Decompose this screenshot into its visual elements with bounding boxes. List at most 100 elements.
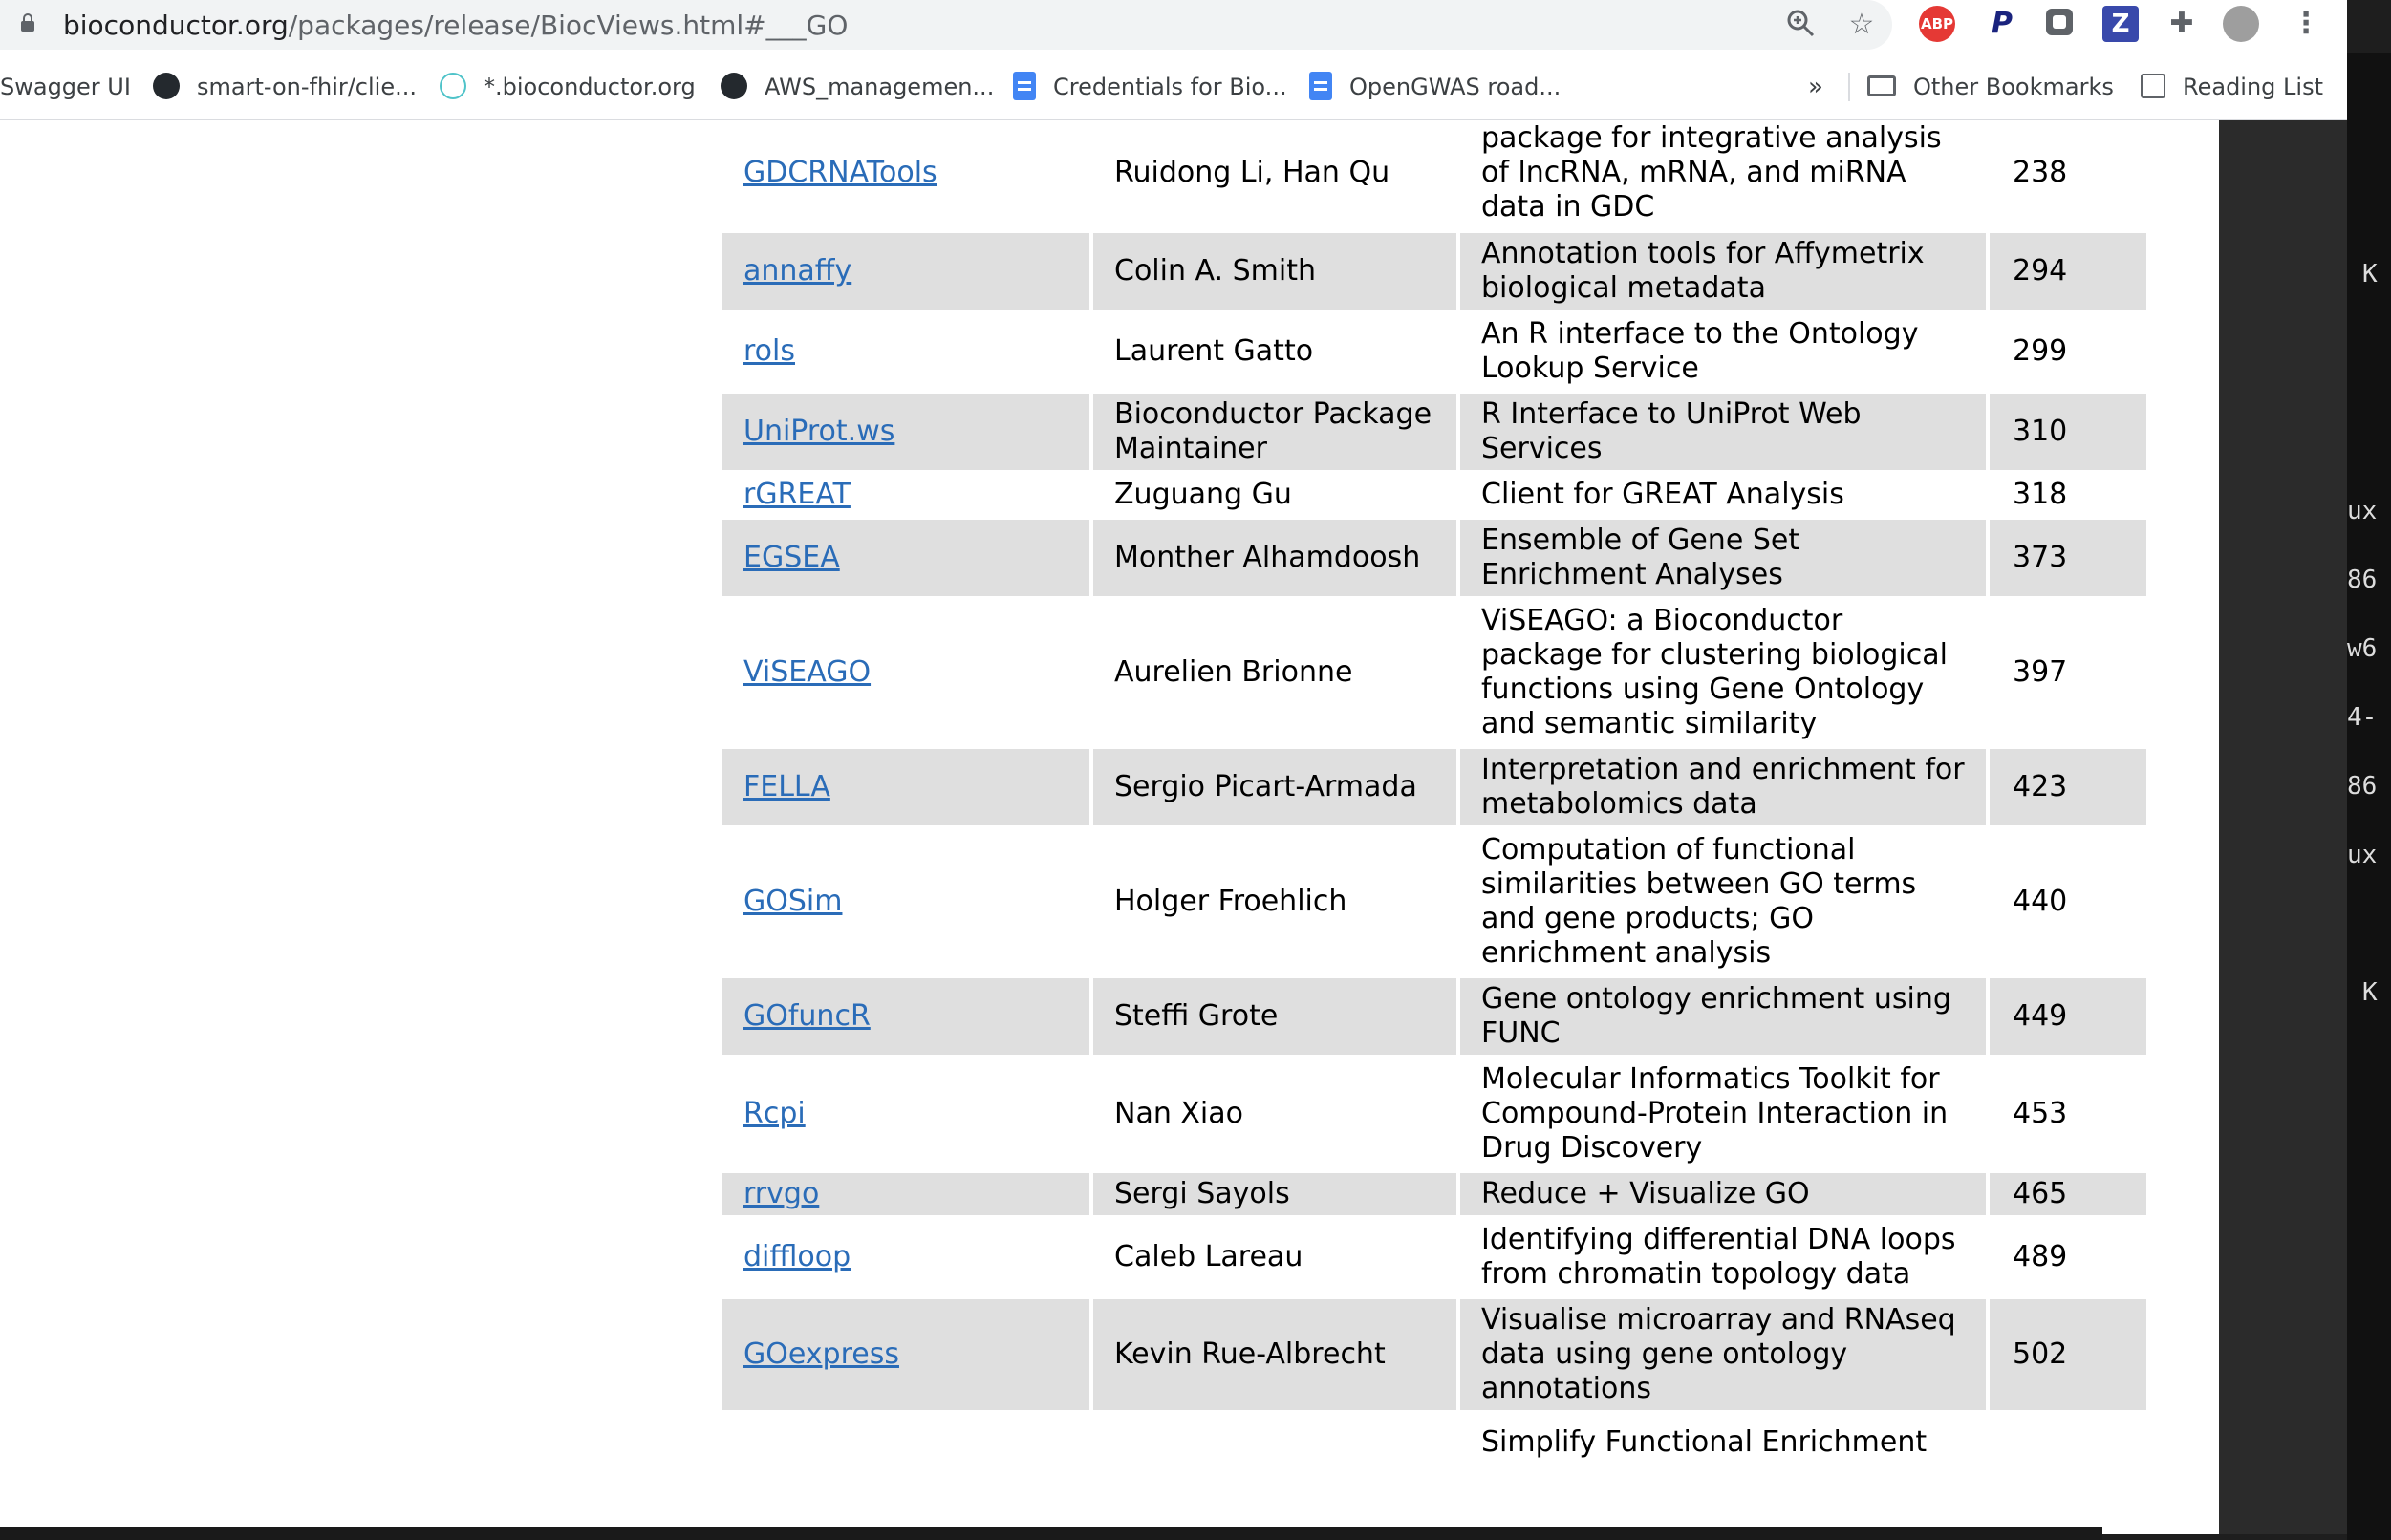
bioconductor-icon <box>440 73 466 99</box>
package-link[interactable]: GOfuncR <box>743 999 871 1033</box>
browser-toolbar: bioconductor.org/packages/release/BiocVi… <box>0 0 2347 53</box>
package-cell: GOexpress <box>722 1299 1089 1410</box>
terminal-text: 4- <box>2347 703 2378 732</box>
bookmark-credentials[interactable]: Credentials for Bio... <box>1013 71 1287 103</box>
package-cell: GOSim <box>722 829 1089 974</box>
package-link[interactable]: EGSEA <box>743 541 840 574</box>
menu-kebab-icon[interactable]: ⋮ <box>2288 6 2324 42</box>
table-row: rols Laurent Gatto An R interface to the O… <box>722 313 2146 390</box>
bookmark-opengwas[interactable]: OpenGWAS road... <box>1309 71 1561 103</box>
profile-avatar[interactable] <box>2223 6 2259 42</box>
package-link[interactable]: GDCRNATools <box>743 156 937 189</box>
package-link[interactable]: UniProt.ws <box>743 415 894 448</box>
shield-extension-icon[interactable] <box>2041 6 2078 42</box>
rank-cell: 465 <box>1990 1173 2146 1215</box>
title-cell: Visualise microarray and RNAseq data usi… <box>1460 1299 1986 1410</box>
reading-list-icon <box>2141 74 2165 98</box>
package-cell <box>722 1414 1089 1471</box>
maintainer-cell: Steffi Grote <box>1093 978 1456 1055</box>
folder-icon <box>1867 75 1896 96</box>
bookmark-aws[interactable]: AWS_managemen... <box>721 71 994 103</box>
url-text[interactable]: bioconductor.org/packages/release/BiocVi… <box>63 10 848 41</box>
maintainer-cell: Nan Xiao <box>1114 1097 1243 1130</box>
package-cell: diffloop <box>722 1219 1089 1295</box>
rank-cell: 310 <box>1990 394 2146 470</box>
title-cell: An R interface to the Ontology Lookup Se… <box>1481 317 1919 385</box>
title-cell: Ensemble of Gene Set Enrichment Analyses <box>1460 520 1986 596</box>
table-row: rGREAT Zuguang Gu Client for GREAT Analysi… <box>722 474 2146 516</box>
title-cell: package for integrative analysis of lncR… <box>1481 121 1942 224</box>
zoom-icon[interactable] <box>1783 8 1818 42</box>
table-row: Simplify Functional Enrichment <box>722 1414 2146 1471</box>
package-cell: rrvgo <box>722 1173 1089 1215</box>
reading-list-button[interactable]: Reading List <box>2141 71 2323 103</box>
table-row: GOSim Holger Froehlich Computation of func… <box>722 829 2146 974</box>
package-cell: Rcpi <box>722 1059 1089 1169</box>
table-row: Rcpi Nan Xiao Molecular Informatics Toolki… <box>722 1059 2146 1169</box>
package-cell: annaffy <box>722 233 1089 310</box>
title-cell: Computation of functional similarities b… <box>1481 833 1917 970</box>
package-link[interactable]: rrvgo <box>743 1177 819 1210</box>
package-link[interactable]: FELLA <box>743 770 830 803</box>
package-cell: FELLA <box>722 749 1089 825</box>
package-link[interactable]: Rcpi <box>743 1097 806 1130</box>
title-cell: R Interface to UniProt Web Services <box>1460 394 1986 470</box>
lock-icon[interactable] <box>21 13 34 32</box>
terminal-text: 86 <box>2347 566 2378 594</box>
rank-cell: 318 <box>2013 478 2068 511</box>
packages-table: GDCRNATools Ruidong Li, Han Qu package for… <box>719 120 2150 1475</box>
package-link[interactable]: rGREAT <box>743 478 851 511</box>
table-row: annaffy Colin A. Smith Annotation tools fo… <box>722 233 2146 310</box>
maintainer-cell: Ruidong Li, Han Qu <box>1114 156 1390 189</box>
table-row: FELLA Sergio Picart-Armada Interpretation … <box>722 749 2146 825</box>
terminal-text: ux <box>2347 497 2378 525</box>
bookmark-smart-on-fhir[interactable]: smart-on-fhir/clie... <box>153 71 417 103</box>
google-docs-icon <box>1309 72 1332 100</box>
rank-cell: 489 <box>2013 1240 2068 1273</box>
zotero-extension-icon[interactable]: Z <box>2102 6 2139 42</box>
rank-cell: 440 <box>2013 885 2068 918</box>
rank-cell: 299 <box>2013 334 2068 368</box>
window-side-panel <box>2219 120 2347 1534</box>
bookmark-bioconductor[interactable]: *.bioconductor.org <box>440 71 696 103</box>
terminal-text: ux <box>2347 841 2378 869</box>
package-link[interactable]: annaffy <box>743 254 851 288</box>
package-link[interactable]: diffloop <box>743 1240 851 1273</box>
title-cell: Reduce + Visualize GO <box>1460 1173 1986 1215</box>
rank-cell: 397 <box>2013 655 2068 689</box>
title-cell: Interpretation and enrichment for metabo… <box>1460 749 1986 825</box>
maintainer-cell: Kevin Rue-Albrecht <box>1093 1299 1456 1410</box>
page-viewport: GDCRNATools Ruidong Li, Han Qu package for… <box>0 120 2219 1534</box>
puzzle-extensions-icon[interactable]: ✚ <box>2164 6 2200 42</box>
rank-cell: 294 <box>1990 233 2146 310</box>
adblock-extension-icon[interactable]: ABP <box>1919 6 1955 42</box>
google-docs-icon <box>1013 72 1036 100</box>
other-bookmarks-folder[interactable]: Other Bookmarks <box>1867 71 2114 103</box>
title-cell: Identifying differential DNA loops from … <box>1481 1223 1956 1291</box>
terminal-text: 86 <box>2347 772 2378 801</box>
address-bar[interactable]: bioconductor.org/packages/release/BiocVi… <box>0 0 1892 50</box>
github-icon <box>153 73 180 99</box>
table-row: GOfuncR Steffi Grote Gene ontology enrichm… <box>722 978 2146 1055</box>
package-cell: GDCRNATools <box>722 120 1089 229</box>
bookmark-swagger[interactable]: Swagger UI <box>0 71 131 103</box>
terminal-text: K <box>2362 260 2378 289</box>
package-link[interactable]: GOSim <box>743 885 842 918</box>
maintainer-cell: Sergio Picart-Armada <box>1093 749 1456 825</box>
maintainer-cell: Monther Alhamdoosh <box>1093 520 1456 596</box>
bookmarks-overflow-button[interactable]: » <box>1808 71 1823 103</box>
window-bottom-edge <box>0 1527 2102 1540</box>
maintainer-cell: Colin A. Smith <box>1093 233 1456 310</box>
title-cell: Client for GREAT Analysis <box>1481 478 1844 511</box>
title-cell: Simplify Functional Enrichment <box>1481 1425 1928 1459</box>
maintainer-cell: Laurent Gatto <box>1114 334 1314 368</box>
p-extension-icon[interactable]: P <box>1984 6 2020 42</box>
package-link[interactable]: GOexpress <box>743 1337 899 1371</box>
table-row: GOexpress Kevin Rue-Albrecht Visualise mic… <box>722 1299 2146 1410</box>
rank-cell: 373 <box>1990 520 2146 596</box>
table-row: ViSEAGO Aurelien Brionne ViSEAGO: a Biocon… <box>722 600 2146 745</box>
title-cell: ViSEAGO: a Bioconductor package for clus… <box>1481 604 1948 740</box>
package-link[interactable]: rols <box>743 334 795 368</box>
package-link[interactable]: ViSEAGO <box>743 655 871 689</box>
star-icon[interactable]: ☆ <box>1844 8 1879 42</box>
